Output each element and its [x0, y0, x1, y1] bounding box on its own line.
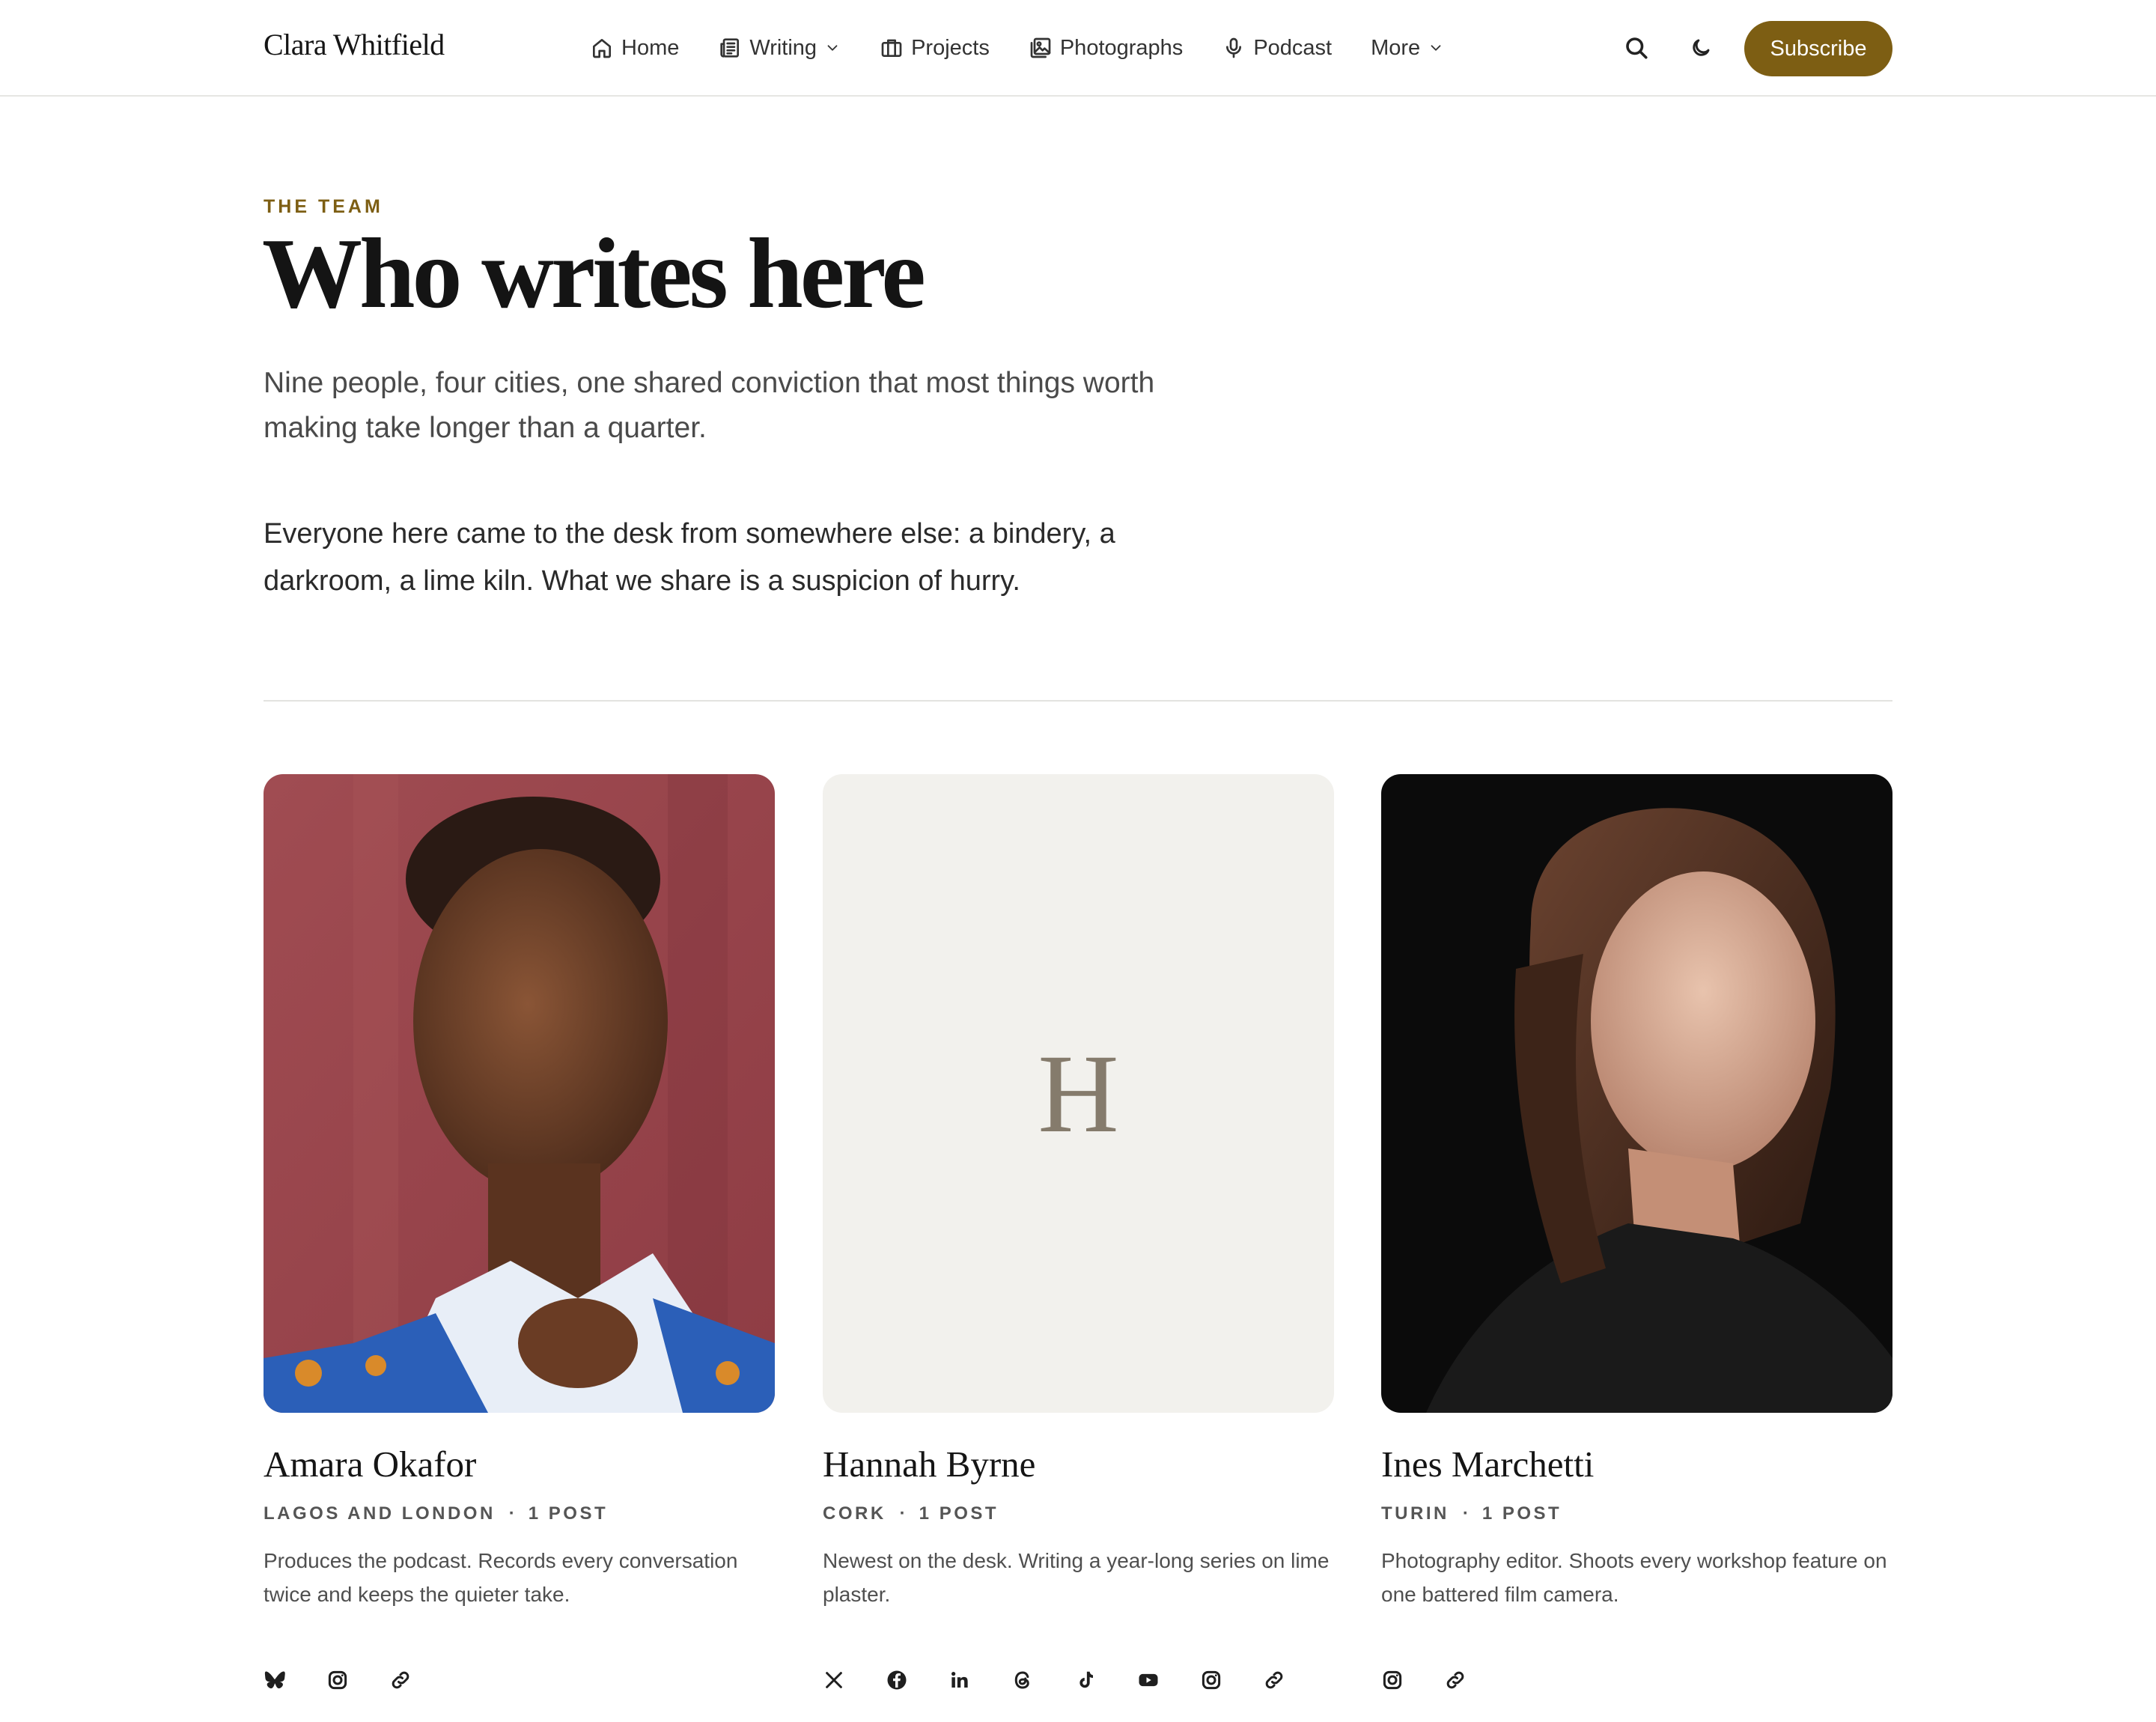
threads-link[interactable] — [1011, 1665, 1074, 1695]
youtube-icon — [1139, 1673, 1158, 1687]
instagram-icon — [328, 1670, 347, 1690]
nav-more-label: More — [1371, 35, 1421, 60]
subscribe-button[interactable]: Subscribe — [1744, 21, 1892, 76]
threads-icon — [1014, 1671, 1029, 1689]
x-link[interactable] — [823, 1665, 886, 1695]
avatar-placeholder[interactable]: H — [823, 774, 1334, 1413]
briefcase-icon — [881, 39, 902, 57]
social-links — [1381, 1665, 1507, 1695]
link-icon — [392, 1671, 409, 1689]
member-bio: Newest on the desk. Writing a year-long … — [823, 1549, 1330, 1606]
member-bio: Produces the podcast. Records every conv… — [264, 1549, 738, 1606]
meta-separator: · — [508, 1503, 515, 1524]
website-link[interactable] — [389, 1665, 452, 1695]
theme-toggle-button[interactable] — [1684, 31, 1717, 64]
nav-writing[interactable]: Writing — [718, 36, 841, 61]
nav-projects-label: Projects — [911, 35, 990, 60]
meta-separator: · — [1462, 1503, 1469, 1524]
social-links — [823, 1665, 1326, 1695]
microphone-icon — [1226, 37, 1242, 58]
member-meta: TURIN · 1 POST — [1381, 1503, 1892, 1524]
section-divider — [264, 700, 1892, 702]
member-post-count: 1 POST — [919, 1503, 999, 1524]
team-card[interactable]: Ines Marchetti TURIN · 1 POST Photograph… — [1381, 774, 1892, 1690]
link-icon — [1265, 1671, 1283, 1689]
facebook-icon — [887, 1670, 907, 1690]
nav-photographs-label: Photographs — [1059, 35, 1184, 60]
search-icon — [1626, 37, 1648, 59]
main-nav: Home Writing Projects Photographs Podcas… — [590, 30, 1444, 66]
facebook-link[interactable] — [886, 1665, 948, 1695]
linkedin-icon — [951, 1672, 968, 1688]
portrait-photo[interactable] — [264, 774, 775, 1413]
page-lead: Nine people, four cities, one shared con… — [264, 367, 1155, 444]
nav-home-label: Home — [621, 35, 680, 60]
page-intro: Everyone here came to the desk from some… — [264, 518, 1115, 597]
member-meta: CORK · 1 POST — [823, 1503, 1334, 1524]
instagram-link[interactable] — [1200, 1665, 1263, 1695]
member-bio: Photography editor. Shoots every worksho… — [1381, 1549, 1887, 1606]
section-eyebrow: THE TEAM — [264, 196, 383, 217]
newspaper-icon — [720, 38, 740, 58]
member-name[interactable]: Ines Marchetti — [1381, 1443, 1892, 1485]
avatar-initial: H — [1038, 1031, 1119, 1156]
tiktok-link[interactable] — [1074, 1665, 1137, 1695]
member-location: LAGOS AND LONDON — [264, 1503, 496, 1524]
page-title: Who writes here — [262, 218, 926, 329]
member-name[interactable]: Amara Okafor — [264, 1443, 775, 1485]
home-icon — [593, 39, 611, 58]
moon-icon — [1693, 39, 1710, 56]
team-card[interactable]: Amara Okafor LAGOS AND LONDON · 1 POST P… — [264, 774, 775, 1690]
instagram-link[interactable] — [326, 1665, 389, 1695]
bluesky-link[interactable] — [264, 1665, 326, 1695]
instagram-icon — [1202, 1670, 1221, 1690]
member-name[interactable]: Hannah Byrne — [823, 1443, 1334, 1485]
bluesky-icon — [264, 1671, 285, 1689]
nav-projects[interactable]: Projects — [880, 36, 990, 61]
website-link[interactable] — [1263, 1665, 1326, 1695]
instagram-icon — [1383, 1670, 1402, 1690]
image-icon — [1030, 37, 1051, 58]
search-button[interactable] — [1620, 31, 1653, 64]
nav-podcast-label: Podcast — [1253, 35, 1333, 60]
x-icon — [826, 1672, 842, 1688]
tiktok-icon — [1079, 1671, 1093, 1688]
member-post-count: 1 POST — [528, 1503, 609, 1524]
chevron-down-icon — [1431, 45, 1441, 51]
meta-separator: · — [899, 1503, 906, 1524]
site-header: Clara Whitfield Home Writing Projects Ph… — [0, 0, 2156, 97]
linkedin-link[interactable] — [948, 1665, 1011, 1695]
nav-writing-label: Writing — [749, 35, 817, 60]
member-location: TURIN — [1381, 1503, 1449, 1524]
nav-home[interactable]: Home — [590, 36, 679, 61]
portrait-photo[interactable] — [1381, 774, 1892, 1413]
instagram-link[interactable] — [1381, 1665, 1444, 1695]
website-link[interactable] — [1444, 1665, 1507, 1695]
link-icon — [1446, 1671, 1464, 1689]
chevron-down-icon — [827, 45, 838, 51]
member-meta: LAGOS AND LONDON · 1 POST — [264, 1503, 775, 1524]
site-logo[interactable]: Clara Whitfield — [264, 27, 445, 62]
nav-podcast[interactable]: Podcast — [1222, 36, 1332, 61]
team-card[interactable]: H Hannah Byrne CORK · 1 POST Newest on t… — [823, 774, 1334, 1690]
nav-more[interactable]: More — [1371, 36, 1444, 61]
nav-photographs[interactable]: Photographs — [1029, 36, 1183, 61]
member-post-count: 1 POST — [1482, 1503, 1562, 1524]
youtube-link[interactable] — [1137, 1665, 1200, 1695]
social-links — [264, 1665, 452, 1695]
member-location: CORK — [823, 1503, 886, 1524]
